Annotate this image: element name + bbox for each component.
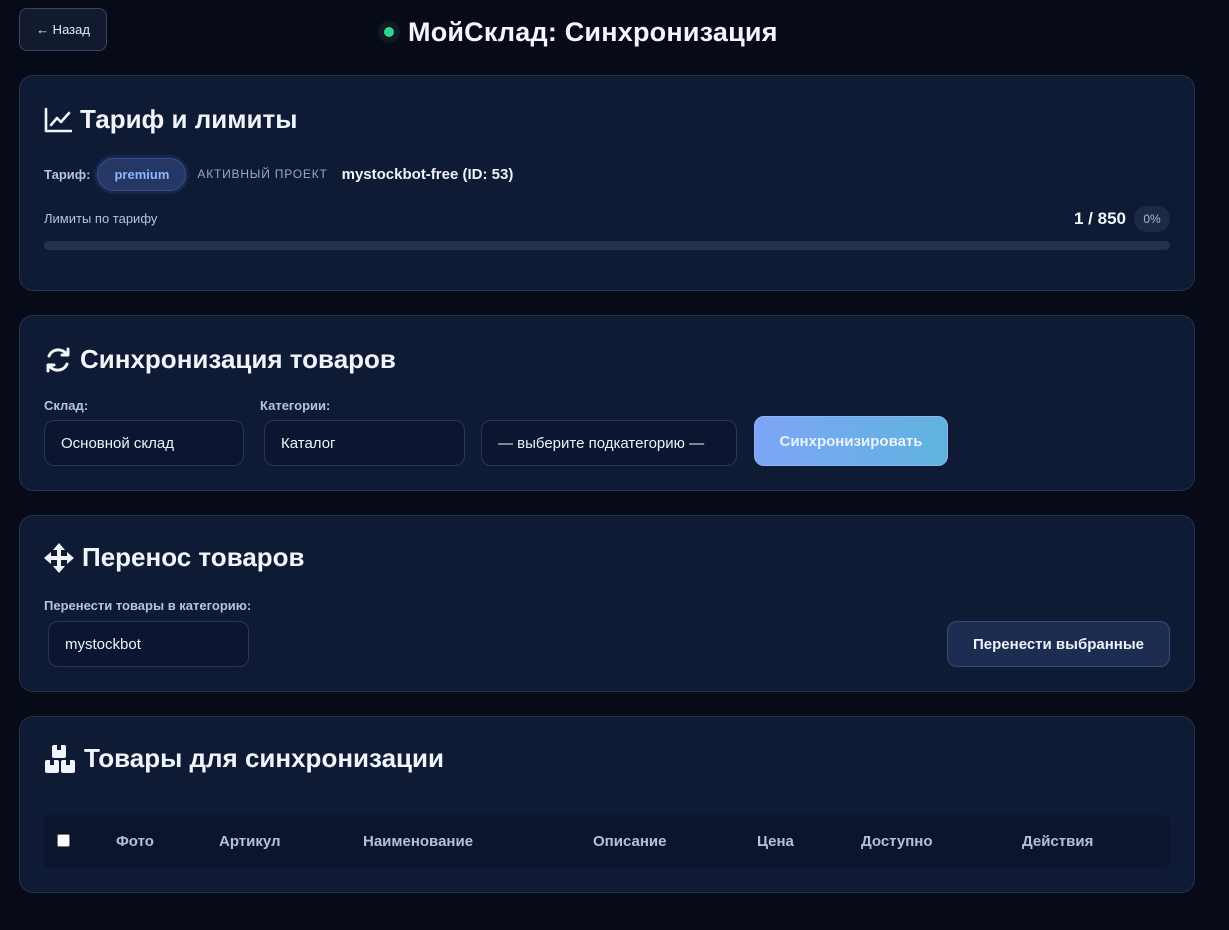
warehouse-label: Склад:: [44, 398, 89, 413]
select-all-checkbox[interactable]: [57, 834, 70, 847]
limits-percent-badge: 0%: [1134, 206, 1170, 232]
move-title-text: Перенос товаров: [82, 542, 305, 572]
warehouse-select[interactable]: Основной склад: [44, 420, 244, 466]
tariff-card-title: Тариф и лимиты: [44, 104, 297, 135]
column-header-description: Описание: [593, 833, 667, 850]
sync-card: Синхронизация товаров Склад: Категории: …: [19, 315, 1195, 491]
page-title: МойСклад: Синхронизация: [408, 16, 778, 47]
products-card: Товары для синхронизации Фото Артикул На…: [19, 716, 1195, 893]
active-project-label: АКТИВНЫЙ ПРОЕКТ: [197, 167, 328, 181]
boxes-icon: [44, 744, 76, 774]
column-header-actions: Действия: [1022, 833, 1094, 850]
column-header-price: Цена: [757, 833, 794, 850]
plan-badge-wrap: premium: [94, 154, 190, 194]
status-indicator-dot: [378, 21, 400, 43]
subcategory-select[interactable]: — выберите подкатегорию —: [481, 420, 737, 466]
sync-title-text: Синхронизация товаров: [80, 344, 396, 374]
column-header-photo: Фото: [116, 833, 154, 850]
categories-label: Категории:: [260, 398, 331, 413]
column-header-sku: Артикул: [219, 833, 281, 850]
column-header-available: Доступно: [861, 833, 933, 850]
products-table-header: Фото Артикул Наименование Описание Цена …: [44, 815, 1170, 868]
sync-icon: [44, 346, 72, 374]
limits-value: 1 / 850: [1074, 209, 1126, 228]
move-card: Перенос товаров Перенести товары в катег…: [19, 515, 1195, 692]
tariff-label: Тариф:: [44, 166, 91, 182]
chart-line-icon: [44, 107, 72, 133]
products-title-text: Товары для синхронизации: [84, 743, 445, 773]
move-target-select[interactable]: mystockbot: [48, 621, 249, 667]
move-arrows-icon: [44, 542, 74, 573]
products-card-title: Товары для синхронизации: [44, 743, 444, 774]
tariff-row: Тариф: premium АКТИВНЫЙ ПРОЕКТ mystockbo…: [44, 154, 513, 194]
limits-progress-bar: [44, 241, 1170, 250]
project-name: mystockbot-free (ID: 53): [341, 165, 514, 183]
page-header: МойСклад: Синхронизация: [378, 14, 778, 50]
move-target-label: Перенести товары в категорию:: [44, 598, 252, 613]
category-select[interactable]: Каталог: [264, 420, 465, 466]
column-header-name: Наименование: [363, 833, 474, 850]
sync-card-title: Синхронизация товаров: [44, 344, 396, 375]
limits-label: Лимиты по тарифу: [44, 211, 158, 226]
sync-button[interactable]: Синхронизировать: [754, 416, 948, 466]
move-selected-button[interactable]: Перенести выбранные: [947, 621, 1170, 667]
tariff-card: Тариф и лимиты Тариф: premium АКТИВНЫЙ П…: [19, 75, 1195, 291]
plan-badge: premium: [97, 157, 187, 191]
move-card-title: Перенос товаров: [44, 542, 305, 573]
back-button[interactable]: ← Назад: [19, 8, 107, 51]
tariff-title-text: Тариф и лимиты: [80, 104, 298, 134]
